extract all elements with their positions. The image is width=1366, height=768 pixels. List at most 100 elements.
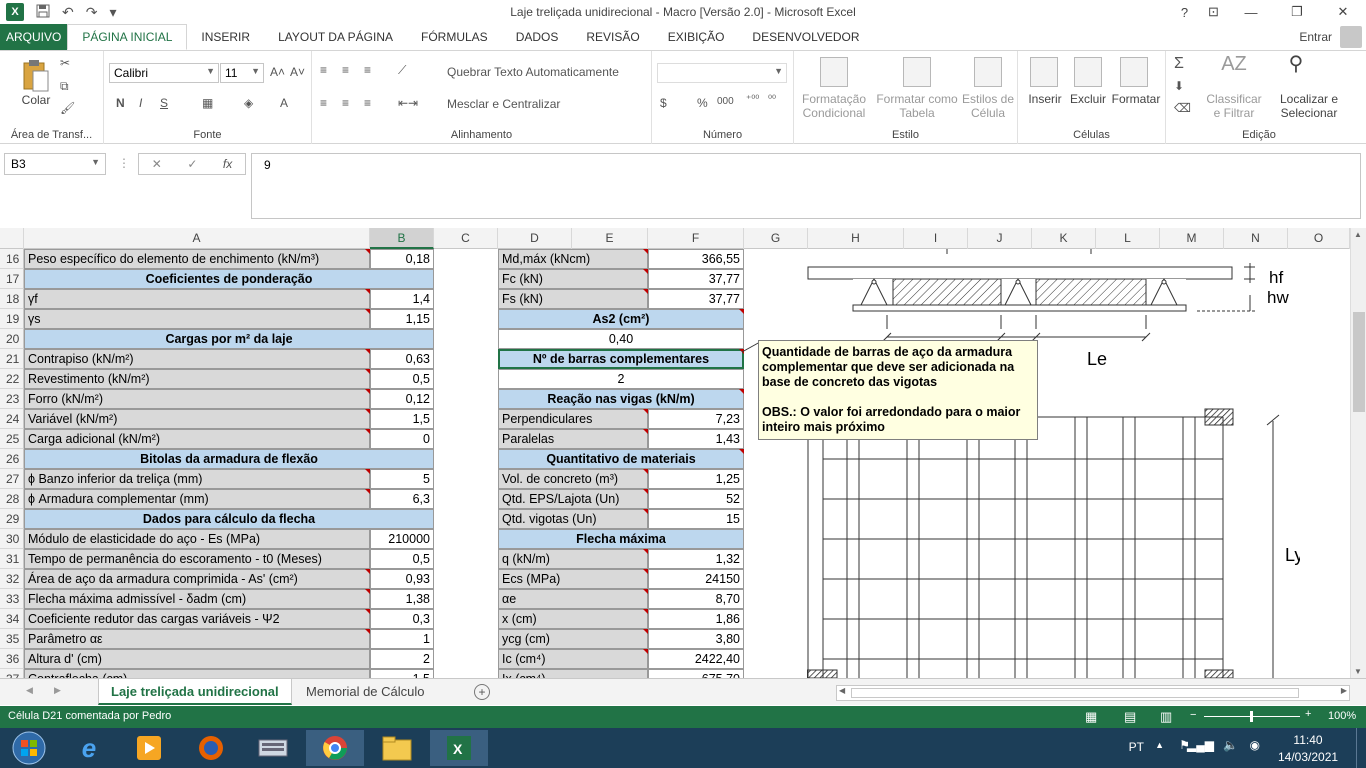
cell-value[interactable]: 210000 [370, 529, 434, 549]
cell-label[interactable]: Ic (cm⁴) [498, 649, 648, 669]
page-layout-view-icon[interactable]: ▤ [1124, 709, 1136, 725]
column-header-n[interactable]: N [1224, 228, 1288, 249]
align-left-icon[interactable]: ≡ [320, 96, 327, 110]
cell-value[interactable]: 1,43 [648, 429, 744, 449]
vertical-scrollbar[interactable]: ▲ ▼ [1350, 228, 1366, 678]
firefox-icon[interactable] [182, 730, 240, 766]
currency-icon[interactable]: $ [660, 96, 667, 110]
select-all-button[interactable] [0, 228, 24, 249]
name-box[interactable]: B3 ▼ [4, 153, 106, 175]
conditional-format-icon[interactable] [820, 57, 848, 87]
cell-value[interactable]: 0,12 [370, 389, 434, 409]
cell-value[interactable]: 1,86 [648, 609, 744, 629]
start-button[interactable] [0, 730, 58, 766]
cell-label[interactable]: Parâmetro αε [24, 629, 370, 649]
cell-label[interactable]: Qtd. vigotas (Un) [498, 509, 648, 529]
underline-button[interactable]: S [160, 96, 168, 110]
column-header-g[interactable]: G [744, 228, 808, 249]
cell-label[interactable]: x (cm) [498, 609, 648, 629]
cell-value[interactable]: 0,93 [370, 569, 434, 589]
scroll-thumb[interactable] [1353, 312, 1365, 412]
cell-styles-button[interactable]: Estilos de Célula [960, 92, 1016, 120]
tab-home[interactable]: PÁGINA INICIAL [67, 24, 188, 50]
formula-input[interactable]: 9 [251, 153, 1361, 219]
scroll-down-icon[interactable]: ▼ [1354, 667, 1362, 676]
column-header-o[interactable]: O [1288, 228, 1350, 249]
tab-data[interactable]: DADOS [502, 24, 573, 50]
tab-page-layout[interactable]: LAYOUT DA PÁGINA [264, 24, 407, 50]
fill-icon[interactable]: ⬇ [1174, 79, 1184, 93]
network-icon[interactable]: ▂▄▆ [1187, 738, 1214, 752]
merge-center-button[interactable]: Mesclar e Centralizar [447, 97, 560, 111]
row-header[interactable]: 23 [0, 389, 24, 409]
column-header-a[interactable]: A [24, 228, 370, 249]
section-header[interactable]: Quantitativo de materiais [498, 449, 744, 469]
percent-icon[interactable]: % [697, 96, 708, 110]
cell-value[interactable]: 366,55 [648, 249, 744, 269]
row-header[interactable]: 18 [0, 289, 24, 309]
sort-filter-icon[interactable]: AZ [1204, 54, 1264, 74]
column-header-d[interactable]: D [498, 228, 572, 249]
cell-label[interactable]: Contrapiso (kN/m²) [24, 349, 370, 369]
row-header[interactable]: 35 [0, 629, 24, 649]
row-header[interactable]: 24 [0, 409, 24, 429]
zoom-in-icon[interactable]: + [1305, 708, 1311, 720]
tab-developer[interactable]: DESENVOLVEDOR [738, 24, 873, 50]
row-header[interactable]: 30 [0, 529, 24, 549]
cell-value[interactable]: 15 [648, 509, 744, 529]
row-header[interactable]: 28 [0, 489, 24, 509]
format-cells-icon[interactable] [1120, 57, 1148, 87]
cell-label[interactable]: Revestimento (kN/m²) [24, 369, 370, 389]
cell-value[interactable]: 1 [370, 629, 434, 649]
tab-scroll-left-icon[interactable]: ◀ [26, 685, 33, 696]
column-header-k[interactable]: K [1032, 228, 1096, 249]
cell-label[interactable]: Flecha máxima admissível - δadm (cm) [24, 589, 370, 609]
signin-link[interactable]: Entrar [1299, 30, 1332, 44]
keyboard-app-icon[interactable] [244, 730, 302, 766]
notification-icon[interactable]: ◉ [1250, 738, 1260, 752]
cell-value[interactable]: 0,3 [370, 609, 434, 629]
fill-color-icon[interactable]: ◈ [244, 96, 253, 110]
cell-value[interactable]: 37,77 [648, 289, 744, 309]
tab-scroll-right-icon[interactable]: ▶ [54, 685, 61, 696]
cell-value[interactable]: 3,80 [648, 629, 744, 649]
row-header[interactable]: 33 [0, 589, 24, 609]
cell-value[interactable]: 1,15 [370, 309, 434, 329]
zoom-level[interactable]: 100% [1328, 710, 1356, 722]
cell-label[interactable]: ϕ Banzo inferior da treliça (mm) [24, 469, 370, 489]
decrease-decimal-icon[interactable]: ⁰⁰ [768, 94, 776, 105]
row-header[interactable]: 19 [0, 309, 24, 329]
row-header[interactable]: 29 [0, 509, 24, 529]
tab-file[interactable]: ARQUIVO [0, 24, 68, 50]
sheet-tab-slab[interactable]: Laje treliçada unidirecional [98, 679, 292, 705]
tab-insert[interactable]: INSERIR [187, 24, 264, 50]
section-header[interactable]: Reação nas vigas (kN/m) [498, 389, 744, 409]
format-cells-button[interactable]: Formatar [1110, 92, 1162, 106]
cell-value[interactable]: 2422,40 [648, 649, 744, 669]
thousands-icon[interactable]: 000 [717, 96, 734, 107]
cell-value[interactable]: 0,63 [370, 349, 434, 369]
cancel-icon[interactable]: ✕ [152, 157, 162, 171]
insert-function-icon[interactable]: fx [223, 157, 232, 171]
cell-label[interactable]: q (kN/m) [498, 549, 648, 569]
cell-label[interactable]: Perpendiculares [498, 409, 648, 429]
horizontal-scrollbar[interactable]: ◀ ▶ [836, 685, 1350, 701]
column-header-i[interactable]: I [904, 228, 968, 249]
row-header[interactable]: 32 [0, 569, 24, 589]
column-header-e[interactable]: E [572, 228, 648, 249]
cell-label[interactable]: Md,máx (kNcm) [498, 249, 648, 269]
volume-icon[interactable]: 🔈 [1223, 738, 1238, 752]
cell-value[interactable]: 1,25 [648, 469, 744, 489]
find-select-button[interactable]: Localizar e Selecionar [1266, 92, 1352, 120]
section-header[interactable]: Cargas por m² da laje [24, 329, 434, 349]
sheet-tab-memorial[interactable]: Memorial de Cálculo [294, 679, 437, 705]
close-icon[interactable]: ✕ [1320, 0, 1366, 24]
normal-view-icon[interactable]: ▦ [1085, 709, 1097, 725]
column-header-b[interactable]: B [370, 228, 434, 249]
align-top-icon[interactable]: ≡ [320, 63, 327, 77]
column-header-c[interactable]: C [434, 228, 498, 249]
cell-value[interactable]: 0,40 [498, 329, 744, 349]
row-header[interactable]: 25 [0, 429, 24, 449]
cell-comment-box[interactable]: Quantidade de barras de aço da armadura … [758, 340, 1038, 440]
column-header-m[interactable]: M [1160, 228, 1224, 249]
